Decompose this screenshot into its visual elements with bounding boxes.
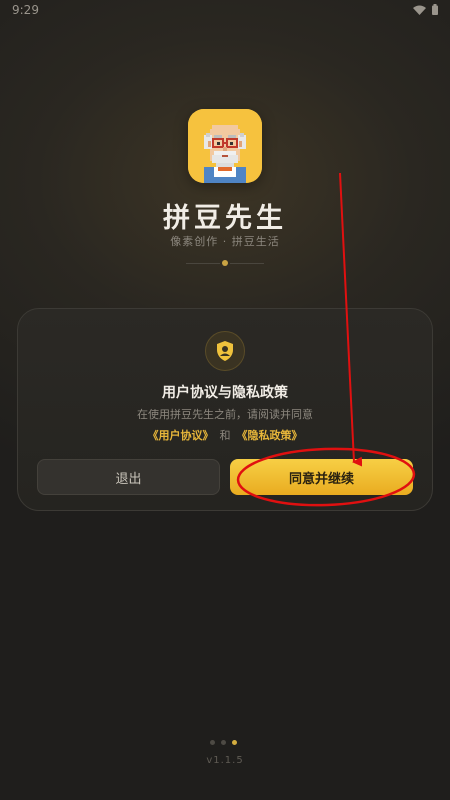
status-icons [413, 4, 438, 15]
app-title: 拼豆先生 [163, 203, 287, 234]
battery-icon [432, 4, 438, 15]
consent-title: 用户协议与隐私政策 [162, 385, 288, 401]
page-indicator [210, 740, 237, 745]
agree-continue-button[interactable]: 同意并继续 [230, 459, 413, 495]
consent-description: 在使用拼豆先生之前，请阅读并同意 [137, 408, 313, 421]
page-dot-active [232, 740, 237, 745]
version-label: v1.1.5 [206, 755, 244, 766]
app-logo-icon [188, 109, 262, 183]
and-text: 和 [219, 429, 231, 442]
page-dot [221, 740, 226, 745]
page-dot [210, 740, 215, 745]
exit-button[interactable]: 退出 [37, 459, 220, 495]
wifi-icon [413, 5, 426, 15]
shield-user-icon [205, 331, 245, 371]
title-divider [186, 258, 264, 268]
status-time: 9:29 [12, 3, 39, 17]
user-agreement-link[interactable]: 《用户协议》 [148, 429, 214, 442]
app-subtitle: 像素创作 · 拼豆生活 [170, 235, 280, 248]
consent-card: 用户协议与隐私政策 在使用拼豆先生之前，请阅读并同意 《用户协议》和《隐私政策》… [17, 308, 433, 511]
privacy-policy-link[interactable]: 《隐私政策》 [237, 429, 303, 442]
consent-links: 《用户协议》和《隐私政策》 [18, 427, 432, 443]
status-bar: 9:29 [0, 0, 450, 22]
